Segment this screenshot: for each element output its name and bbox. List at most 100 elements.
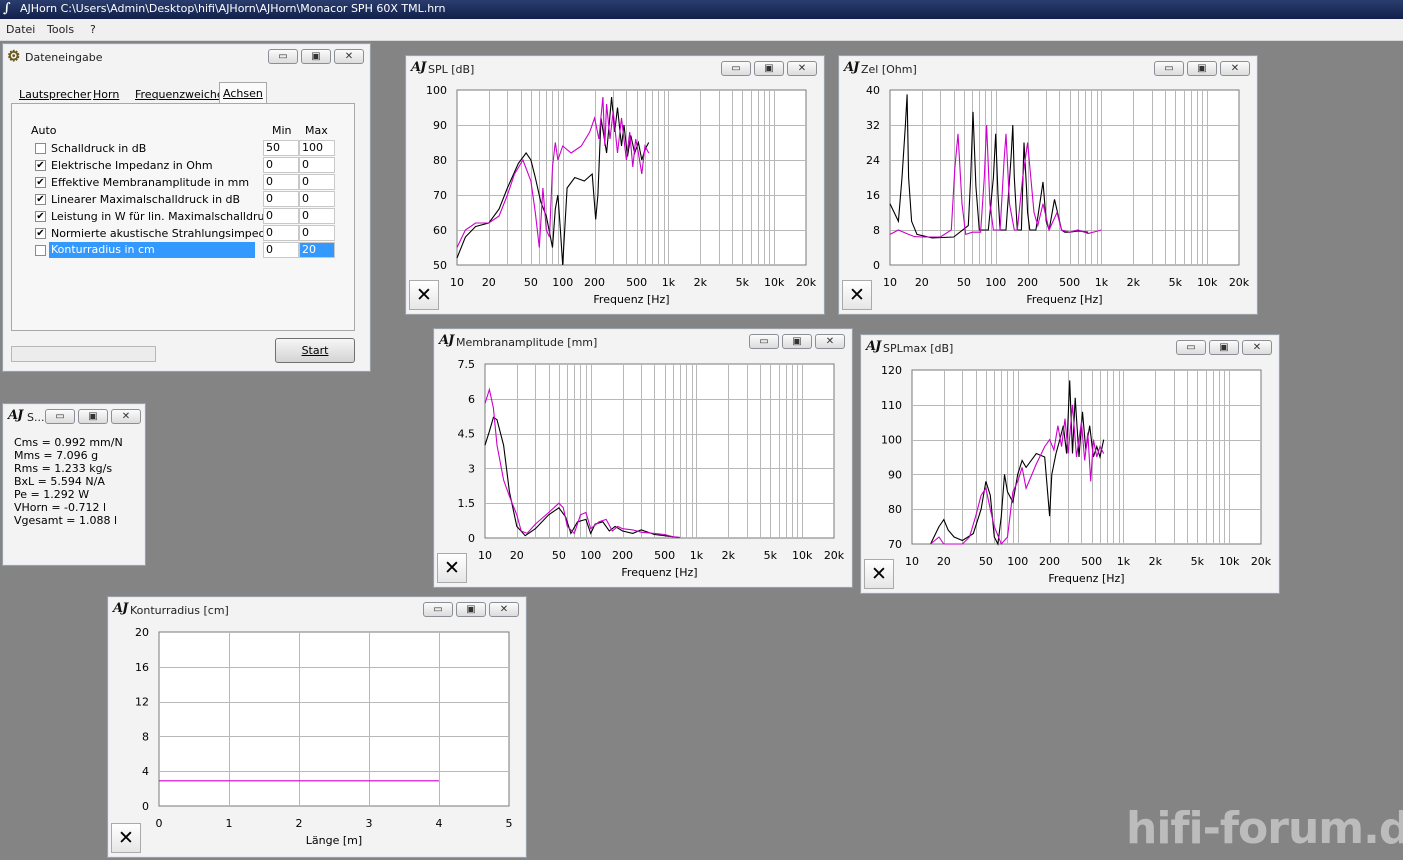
x-tick-label: 20k bbox=[1251, 555, 1272, 568]
restore-icon: ▣ bbox=[466, 604, 476, 615]
x-tick-label: 5k bbox=[764, 549, 778, 562]
menu-datei[interactable]: Datei bbox=[6, 23, 35, 36]
close-icon: ✕ bbox=[344, 51, 354, 62]
min-field[interactable]: 0 bbox=[263, 242, 299, 258]
min-header: Min bbox=[272, 124, 292, 137]
minimize-button[interactable]: ▭ bbox=[423, 602, 453, 617]
y-tick-label: 8 bbox=[142, 730, 149, 743]
y-tick-label: 90 bbox=[433, 119, 447, 132]
close-button[interactable]: ✕ bbox=[334, 49, 364, 64]
x-tick-label: 20 bbox=[510, 549, 524, 562]
max-field[interactable]: 100 bbox=[299, 140, 335, 156]
x-tick-label: 1 bbox=[226, 817, 233, 830]
restore-button[interactable]: ▣ bbox=[754, 61, 784, 76]
close-button[interactable]: ✕ bbox=[815, 334, 845, 349]
start-button[interactable]: Start bbox=[275, 338, 355, 363]
progress-bar bbox=[11, 346, 156, 362]
x-tick-label: 50 bbox=[957, 276, 971, 289]
auto-checkbox[interactable] bbox=[35, 245, 46, 256]
zel-chart-window: AJ Zel [Ohm] ▭ ▣ ✕ ✕ 40 32 24 16 8 0 10 20 50 100 200 500… bbox=[838, 55, 1258, 315]
close-plot-button[interactable]: ✕ bbox=[111, 823, 141, 853]
x-tick-label: 50 bbox=[552, 549, 566, 562]
tab-horn[interactable]: Horn bbox=[90, 84, 122, 103]
x-icon: ✕ bbox=[118, 827, 134, 849]
minimize-button[interactable]: ▭ bbox=[721, 61, 751, 76]
axis-row: ✔ Leistung in W für lin. Maximalschalldru… bbox=[35, 208, 355, 225]
x-tick-label: 1k bbox=[662, 276, 676, 289]
minimize-button[interactable]: ▭ bbox=[268, 49, 298, 64]
minimize-icon: ▭ bbox=[1186, 342, 1196, 353]
auto-checkbox[interactable]: ✔ bbox=[35, 177, 46, 188]
aj-logo-icon: AJ bbox=[113, 601, 128, 616]
axis-row-label: Schalldruck in dB bbox=[51, 142, 147, 155]
restore-button[interactable]: ▣ bbox=[301, 49, 331, 64]
restore-button[interactable]: ▣ bbox=[1187, 61, 1217, 76]
x-tick-label: 100 bbox=[580, 549, 601, 562]
menu-help[interactable]: ? bbox=[90, 23, 96, 36]
close-plot-button[interactable]: ✕ bbox=[864, 559, 894, 589]
x-axis-label: Frequenz [Hz] bbox=[593, 293, 669, 306]
x-tick-label: 1k bbox=[1095, 276, 1109, 289]
tab-lautsprecher[interactable]: Lautsprecher bbox=[16, 84, 94, 103]
series-line-1 bbox=[456, 96, 650, 266]
spl-chart: 100908070605010 20 50 100 200 500 1k 2k 5k 10k 20k… bbox=[426, 84, 817, 306]
auto-checkbox[interactable]: ✔ bbox=[35, 228, 46, 239]
min-field[interactable]: 0 bbox=[263, 157, 299, 173]
close-button[interactable]: ✕ bbox=[489, 602, 519, 617]
min-field[interactable]: 50 bbox=[263, 140, 299, 156]
close-button[interactable]: ✕ bbox=[111, 409, 141, 424]
x-tick-label: 10k bbox=[1219, 555, 1240, 568]
close-plot-button[interactable]: ✕ bbox=[437, 553, 467, 583]
close-button[interactable]: ✕ bbox=[1242, 340, 1272, 355]
x-tick-label: 10k bbox=[1197, 276, 1218, 289]
axis-row: Konturradius in cm 0 20 bbox=[35, 242, 355, 259]
auto-checkbox[interactable]: ✔ bbox=[35, 160, 46, 171]
min-field[interactable]: 0 bbox=[263, 225, 299, 241]
auto-checkbox[interactable]: ✔ bbox=[35, 194, 46, 205]
max-field[interactable]: 0 bbox=[299, 191, 335, 207]
min-field[interactable]: 0 bbox=[263, 208, 299, 224]
close-button[interactable]: ✕ bbox=[787, 61, 817, 76]
x-tick-label: 500 bbox=[1081, 555, 1102, 568]
minimize-icon: ▭ bbox=[55, 411, 65, 422]
minimize-button[interactable]: ▭ bbox=[1154, 61, 1184, 76]
x-tick-label: 20 bbox=[937, 555, 951, 568]
y-tick-label: 90 bbox=[888, 468, 902, 481]
restore-button[interactable]: ▣ bbox=[78, 409, 108, 424]
y-tick-label: 6 bbox=[468, 393, 475, 406]
tab-achsen[interactable]: Achsen bbox=[219, 82, 267, 104]
axis-row-label: Normierte akustische Strahlungsimpedanz bbox=[51, 227, 286, 240]
min-field[interactable]: 0 bbox=[263, 191, 299, 207]
x-tick-label: 2k bbox=[1149, 555, 1163, 568]
y-tick-label: 1.5 bbox=[458, 497, 476, 510]
param-mms: Mms = 7.096 g bbox=[14, 449, 99, 462]
max-field[interactable]: 20 bbox=[299, 242, 335, 258]
restore-button[interactable]: ▣ bbox=[1209, 340, 1239, 355]
menu-tools[interactable]: Tools bbox=[47, 23, 74, 36]
max-field[interactable]: 0 bbox=[299, 208, 335, 224]
min-field[interactable]: 0 bbox=[263, 174, 299, 190]
app-title-bar: ∫ AJHorn C:\Users\Admin\Desktop\hifi\AJH… bbox=[0, 0, 1403, 19]
plot-area bbox=[158, 631, 510, 807]
close-icon: ✕ bbox=[121, 411, 131, 422]
max-field[interactable]: 0 bbox=[299, 157, 335, 173]
x-tick-label: 10k bbox=[764, 276, 785, 289]
restore-button[interactable]: ▣ bbox=[456, 602, 486, 617]
minimize-icon: ▭ bbox=[759, 336, 769, 347]
minimize-button[interactable]: ▭ bbox=[45, 409, 75, 424]
restore-button[interactable]: ▣ bbox=[782, 334, 812, 349]
y-tick-label: 120 bbox=[881, 364, 902, 377]
minimize-button[interactable]: ▭ bbox=[749, 334, 779, 349]
max-field[interactable]: 0 bbox=[299, 174, 335, 190]
tab-frequenzweiche[interactable]: Frequenzweiche bbox=[132, 84, 227, 103]
close-plot-button[interactable]: ✕ bbox=[842, 280, 872, 310]
minimize-button[interactable]: ▭ bbox=[1176, 340, 1206, 355]
close-plot-button[interactable]: ✕ bbox=[409, 280, 439, 310]
max-field[interactable]: 0 bbox=[299, 225, 335, 241]
y-tick-label: 12 bbox=[135, 696, 149, 709]
param-vhorn: VHorn = -0.712 l bbox=[14, 501, 107, 514]
auto-checkbox[interactable]: ✔ bbox=[35, 211, 46, 222]
close-button[interactable]: ✕ bbox=[1220, 61, 1250, 76]
auto-checkbox[interactable] bbox=[35, 143, 46, 154]
restore-icon: ▣ bbox=[88, 411, 98, 422]
